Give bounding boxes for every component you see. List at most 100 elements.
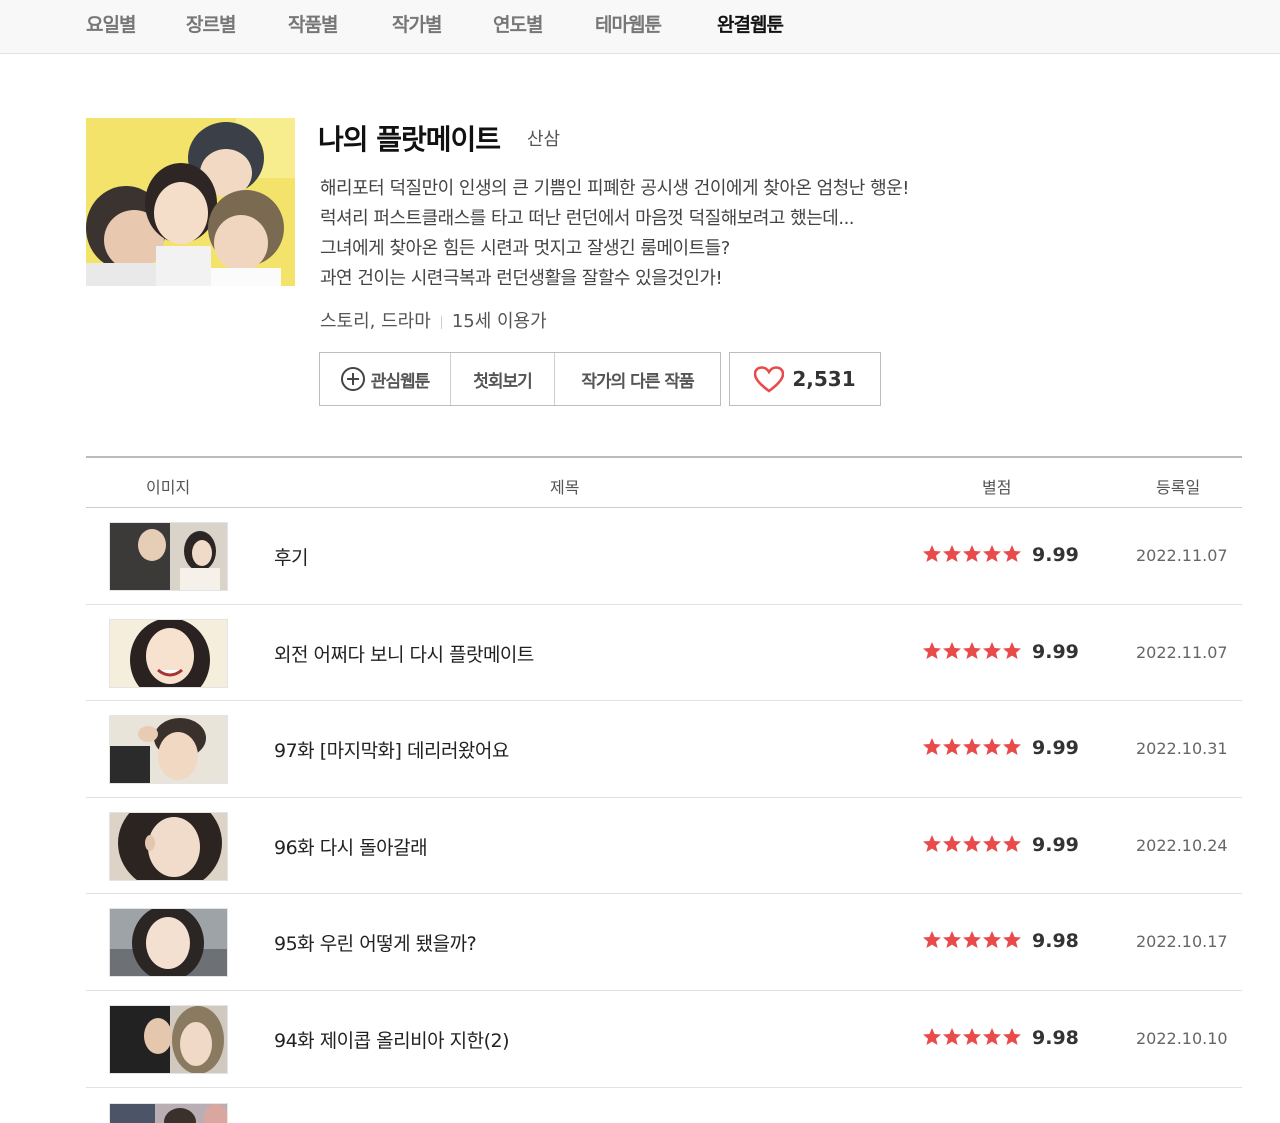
episode-title[interactable]: 97화 [마지막화] 데리러왔어요 [274, 736, 509, 763]
synopsis-line: 그녀에게 찾아온 힘든 시련과 멋지고 잘생긴 룸메이트들? [320, 238, 730, 259]
episode-thumbnail[interactable] [109, 522, 228, 591]
star-rating [922, 638, 1022, 664]
star-rating [922, 831, 1022, 857]
star-rating [922, 541, 1022, 567]
tab-completed[interactable]: 완결웹툰 [717, 10, 784, 37]
star-icon [1003, 641, 1021, 659]
author-other-works-button[interactable]: 작가의 다른 작품 [555, 353, 720, 405]
star-icon [943, 738, 961, 756]
favorite-button[interactable]: 관심웹툰 [320, 353, 451, 405]
comic-cover-image [86, 118, 295, 286]
like-count: 2,531 [792, 367, 856, 391]
star-icon [1003, 1027, 1021, 1045]
first-episode-button[interactable]: 첫회보기 [451, 353, 555, 405]
star-rating [922, 927, 1022, 953]
star-icon [983, 641, 1001, 659]
episode-thumbnail[interactable] [109, 1102, 228, 1123]
star-icon [963, 641, 981, 659]
tab-genre[interactable]: 장르별 [186, 10, 236, 37]
meta-divider [440, 315, 442, 329]
star-icon [923, 834, 941, 852]
table-row[interactable] [86, 1088, 1242, 1123]
star-rating [922, 734, 1022, 760]
comic-synopsis: 해리포터 덕질만이 인생의 큰 기쁨인 피폐한 공시생 건이에게 찾아온 엄청난… [320, 174, 1000, 294]
episode-score: 9.99 [1032, 833, 1079, 856]
star-icon [983, 738, 1001, 756]
tab-year[interactable]: 연도별 [493, 10, 543, 37]
star-icon [983, 1027, 1001, 1045]
star-icon [923, 931, 941, 949]
star-icon [963, 931, 981, 949]
star-icon [983, 545, 1001, 562]
episode-thumbnail[interactable] [109, 811, 228, 881]
episode-score: 9.98 [1032, 930, 1079, 953]
table-row[interactable]: 95화 우린 어떻게 됐을까? 9.98 2022.10.17 [86, 894, 1242, 991]
top-navigation: 요일별 장르별 작품별 작가별 연도별 테마웹툰 완결웹툰 [0, 0, 1280, 54]
episode-score: 9.99 [1032, 544, 1079, 566]
action-button-group: 관심웹툰 첫회보기 작가의 다른 작품 [319, 352, 721, 406]
episode-date: 2022.11.07 [1136, 546, 1228, 565]
comic-author[interactable]: 산삼 [527, 125, 560, 151]
star-icon [983, 931, 1001, 949]
star-icon [943, 641, 961, 659]
header-rating: 별점 [982, 478, 1012, 497]
episode-thumbnail[interactable] [109, 618, 228, 688]
episode-date: 2022.10.10 [1136, 1028, 1228, 1048]
star-icon [943, 545, 961, 562]
table-row[interactable]: 96화 다시 돌아갈래 9.99 2022.10.24 [86, 798, 1242, 895]
star-icon [963, 834, 981, 852]
episode-title[interactable]: 후기 [274, 543, 308, 570]
heart-icon [754, 365, 785, 393]
header-image: 이미지 [146, 478, 191, 497]
comic-meta: 스토리, 드라마 15세 이용가 [320, 307, 547, 333]
star-icon [923, 545, 941, 562]
episode-score: 9.98 [1032, 1026, 1079, 1049]
tab-works[interactable]: 작품별 [288, 10, 338, 37]
header-date: 등록일 [1156, 478, 1201, 497]
tab-weekday[interactable]: 요일별 [86, 10, 136, 37]
star-icon [943, 834, 961, 852]
table-header: 이미지 제목 별점 등록일 [86, 456, 1242, 508]
synopsis-line: 럭셔리 퍼스트클래스를 타고 떠난 런던에서 마음껏 덕질해보려고 했는데... [320, 208, 855, 229]
star-icon [963, 1027, 981, 1045]
episode-table: 이미지 제목 별점 등록일 후기 9.99 2022.11.07 외전 어쩌다 … [86, 456, 1242, 1123]
episode-date: 2022.10.17 [1136, 932, 1228, 952]
episode-title[interactable]: 95화 우린 어떻게 됐을까? [274, 929, 477, 956]
table-row[interactable]: 외전 어쩌다 보니 다시 플랏메이트 9.99 2022.11.07 [86, 605, 1242, 702]
episode-thumbnail[interactable] [109, 1004, 228, 1074]
table-row[interactable]: 후기 9.99 2022.11.07 [86, 508, 1242, 605]
star-rating [922, 1024, 1022, 1050]
star-icon [923, 1027, 941, 1045]
other-works-label: 작가의 다른 작품 [581, 371, 694, 392]
table-row[interactable]: 94화 제이콥 올리비아 지한(2) 9.98 2022.10.10 [86, 991, 1242, 1088]
like-button[interactable]: 2,531 [729, 352, 881, 406]
episode-title[interactable]: 94화 제이콥 올리비아 지한(2) [274, 1026, 510, 1053]
star-icon [1003, 738, 1021, 756]
star-icon [1003, 834, 1021, 852]
favorite-button-label: 관심웹툰 [370, 371, 431, 392]
star-icon [1003, 545, 1021, 562]
star-icon [983, 834, 1001, 852]
star-icon [1003, 931, 1021, 949]
comic-title: 나의 플랏메이트 [318, 123, 501, 156]
tab-theme[interactable]: 테마웹툰 [595, 10, 662, 37]
first-episode-label: 첫회보기 [473, 371, 533, 392]
star-icon [923, 738, 941, 756]
episode-thumbnail[interactable] [109, 908, 228, 978]
episode-date: 2022.10.24 [1136, 835, 1228, 855]
tab-author[interactable]: 작가별 [392, 10, 442, 37]
episode-date: 2022.10.31 [1136, 739, 1228, 759]
star-icon [963, 738, 981, 756]
episode-score: 9.99 [1032, 640, 1079, 663]
star-icon [923, 641, 941, 659]
synopsis-line: 해리포터 덕질만이 인생의 큰 기쁨인 피폐한 공시생 건이에게 찾아온 엄청난… [320, 178, 909, 199]
episode-date: 2022.11.07 [1136, 642, 1228, 662]
episode-thumbnail[interactable] [109, 715, 228, 785]
header-title: 제목 [550, 478, 580, 497]
episode-title[interactable]: 96화 다시 돌아갈래 [274, 833, 428, 860]
comic-genre: 스토리, 드라마 [320, 311, 431, 332]
table-row[interactable]: 97화 [마지막화] 데리러왔어요 9.99 2022.10.31 [86, 701, 1242, 798]
star-icon [943, 931, 961, 949]
episode-title[interactable]: 외전 어쩌다 보니 다시 플랏메이트 [274, 640, 534, 667]
comic-age-rating: 15세 이용가 [451, 311, 547, 332]
